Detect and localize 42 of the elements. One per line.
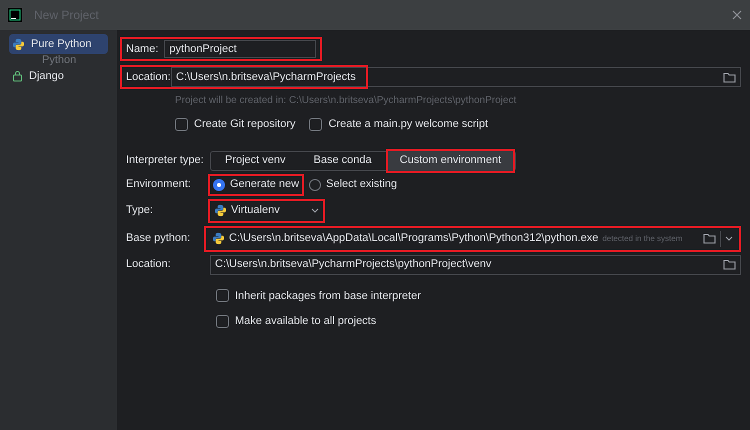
segment-tab[interactable]: Custom environment — [386, 148, 516, 172]
base-python-dropdown[interactable]: C:\Users\n.britseva\AppData\Local\Programs\Python\Python312\python.exe detected in the system — [204, 226, 741, 252]
checkbox[interactable] — [309, 118, 322, 131]
folder-icon[interactable] — [723, 259, 736, 270]
python-icon — [214, 204, 227, 217]
segment-tab[interactable]: Base conda — [300, 148, 386, 172]
checkbox-label: Create a main.py welcome script — [328, 117, 488, 132]
path-text: C:\Users\n.britseva\AppData\Local\Programs\Python\Python312\python.exe — [229, 231, 598, 246]
checkbox[interactable] — [175, 118, 188, 131]
venv-location-field[interactable]: C:\Users\n.britseva\PycharmProjects\pythonProject\venv — [210, 254, 741, 274]
python-icon — [12, 38, 25, 50]
name-field[interactable]: pythonProject — [164, 40, 316, 58]
checkbox-label: Inherit packages from base interpreter — [235, 288, 421, 304]
detected-note: detected in the system — [602, 232, 684, 244]
python-icon — [212, 232, 225, 245]
folder-icon[interactable] — [723, 72, 736, 82]
location-field[interactable]: C:\Users\n.britseva\PycharmProjects — [171, 67, 741, 87]
checkbox[interactable] — [216, 289, 229, 302]
field-label: Name: — [126, 42, 158, 57]
sidebar-item[interactable]: Pure Python — [9, 34, 108, 54]
radio-option[interactable]: Select existing — [304, 174, 402, 196]
chevron-icon — [725, 236, 733, 241]
field-label: Base python: — [126, 231, 192, 246]
checkbox-label: Make available to all projects — [235, 314, 376, 329]
sidebar-group-label: Python — [41, 54, 78, 66]
field-label: Location: — [126, 257, 172, 272]
hint-text: Project will be created in: C:\Users\n.britseva\PycharmProjects\pythonProject — [175, 94, 518, 108]
chevron-icon — [311, 208, 319, 213]
field-label: Environment: — [126, 177, 192, 192]
segment-tab[interactable]: Project venv — [211, 148, 300, 172]
type-dropdown[interactable]: Virtualenv — [208, 198, 325, 222]
checkbox[interactable] — [216, 314, 229, 328]
checkbox-label: Create Git repository — [194, 117, 296, 132]
sidebar-item[interactable]: Django — [9, 66, 108, 86]
field-label: Interpreter type: — [126, 153, 205, 168]
lock-icon — [12, 70, 23, 82]
close-icon[interactable] — [732, 10, 742, 20]
folder-icon[interactable] — [703, 233, 716, 244]
field-label: Type: — [126, 203, 154, 218]
radio-option[interactable]: Generate new — [208, 174, 304, 196]
field-label: Location: — [126, 70, 171, 85]
app-logo-icon — [8, 8, 22, 22]
